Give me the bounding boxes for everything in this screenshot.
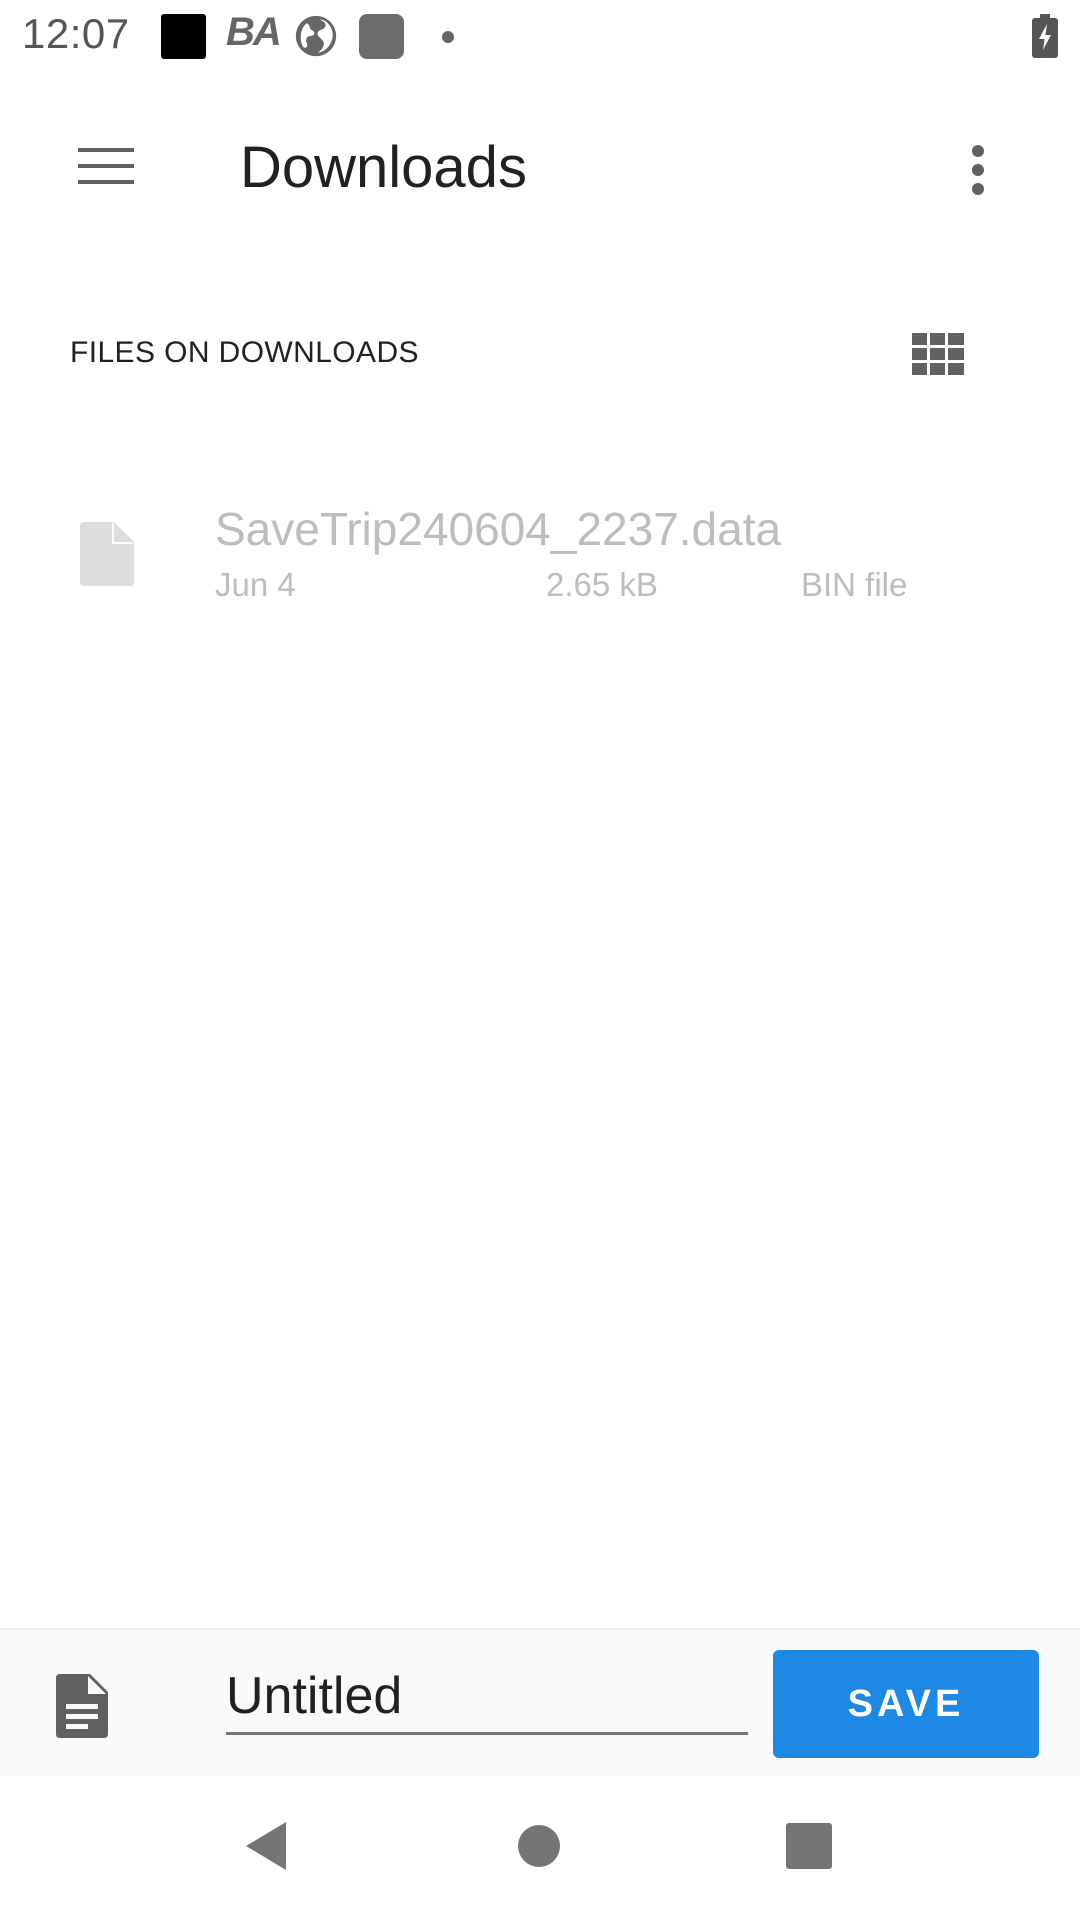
black-square-icon <box>161 14 206 59</box>
battery-charging-icon <box>1032 14 1058 58</box>
section-header: FILES ON DOWNLOADS <box>70 336 419 369</box>
save-button[interactable]: SAVE <box>773 1650 1039 1758</box>
screen: 12:07 BA Downloads FILES ON DOWNLOADS Sa… <box>0 0 1080 1920</box>
filename-input[interactable] <box>226 1660 748 1735</box>
hamburger-menu-icon <box>78 148 134 184</box>
app-bar: Downloads <box>0 74 1080 264</box>
file-type: BIN file <box>801 566 908 603</box>
status-time: 12:07 <box>22 10 130 57</box>
recents-button[interactable] <box>769 1806 849 1886</box>
back-icon <box>246 1822 286 1870</box>
file-name: SaveTrip240604_2237.data <box>215 503 782 555</box>
recents-icon <box>786 1823 832 1869</box>
status-bar: 12:07 BA <box>0 0 1080 74</box>
save-bar: SAVE <box>0 1628 1080 1778</box>
more-vert-icon <box>972 145 984 195</box>
globe-icon <box>295 15 337 57</box>
home-button[interactable] <box>499 1806 579 1886</box>
document-icon <box>56 1674 108 1738</box>
file-icon <box>80 522 134 586</box>
grid-view-button[interactable] <box>904 320 972 388</box>
gray-square-icon <box>359 14 404 59</box>
file-size: 2.65 kB <box>546 566 658 603</box>
navigation-bar <box>0 1776 1080 1920</box>
home-icon <box>518 1825 560 1867</box>
ba-icon: BA <box>226 10 282 54</box>
page-title: Downloads <box>240 135 527 200</box>
grid-view-icon <box>912 333 964 375</box>
overflow-menu-button[interactable] <box>948 120 1008 220</box>
dot-icon <box>442 31 454 43</box>
back-button[interactable] <box>226 1806 306 1886</box>
list-item[interactable]: SaveTrip240604_2237.data Jun 4 2.65 kB B… <box>0 490 1080 620</box>
menu-button[interactable] <box>60 120 152 212</box>
file-date: Jun 4 <box>215 566 296 603</box>
